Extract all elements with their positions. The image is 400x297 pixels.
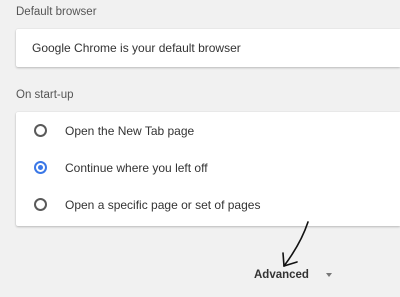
radio-unchecked-icon[interactable] [34, 198, 47, 211]
hand-drawn-arrow-icon [282, 221, 309, 267]
startup-option-continue[interactable]: Continue where you left off [16, 149, 400, 186]
startup-option-label: Open a specific page or set of pages [65, 197, 261, 212]
settings-page: Default browser Google Chrome is your de… [0, 0, 400, 297]
startup-card: Open the New Tab page Continue where you… [16, 112, 400, 226]
startup-option-label: Continue where you left off [65, 160, 208, 175]
advanced-toggle[interactable]: Advanced [254, 269, 332, 281]
startup-heading: On start-up [16, 89, 74, 101]
startup-option-new-tab[interactable]: Open the New Tab page [16, 112, 400, 149]
default-browser-status: Google Chrome is your default browser [32, 41, 241, 55]
default-browser-heading: Default browser [16, 6, 97, 18]
radio-unchecked-icon[interactable] [34, 124, 47, 137]
default-browser-card: Google Chrome is your default browser [16, 29, 400, 67]
startup-option-label: Open the New Tab page [65, 123, 195, 138]
advanced-label: Advanced [254, 269, 309, 281]
startup-option-specific-pages[interactable]: Open a specific page or set of pages [16, 186, 400, 223]
chevron-down-icon [325, 273, 332, 277]
radio-checked-icon[interactable] [34, 161, 47, 174]
